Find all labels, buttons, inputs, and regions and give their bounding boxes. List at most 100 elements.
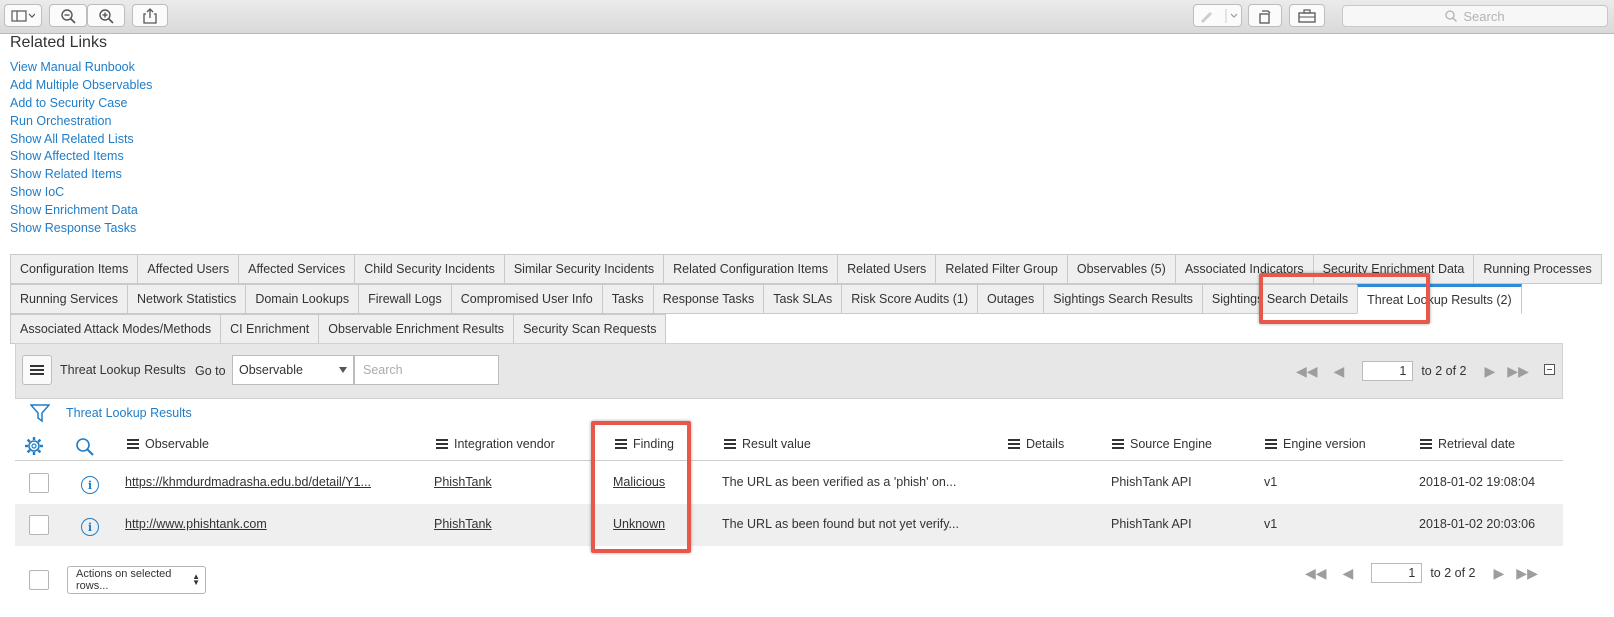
tab-outages[interactable]: Outages xyxy=(977,284,1044,314)
link-show-response-tasks[interactable]: Show Response Tasks xyxy=(10,220,152,238)
list-menu-button[interactable] xyxy=(22,355,52,385)
source-engine-cell: PhishTank API xyxy=(1111,517,1192,531)
select-all-checkbox[interactable] xyxy=(29,570,49,590)
link-show-enrichment-data[interactable]: Show Enrichment Data xyxy=(10,202,152,220)
actions-label: Actions on selected rows... xyxy=(76,568,172,592)
tab-row-2: Running Services Network Statistics Doma… xyxy=(10,284,1522,314)
last-page-icon[interactable]: ▶▶ xyxy=(1516,565,1538,582)
column-header-engine-version[interactable]: Engine version xyxy=(1265,437,1366,451)
vendor-link[interactable]: PhishTank xyxy=(434,517,492,531)
goto-field-value: Observable xyxy=(239,363,303,377)
tab-configuration-items[interactable]: Configuration Items xyxy=(10,254,138,284)
tab-firewall-logs[interactable]: Firewall Logs xyxy=(358,284,451,314)
link-show-ioc[interactable]: Show IoC xyxy=(10,184,152,202)
previous-page-icon[interactable]: ◀ xyxy=(1343,565,1354,582)
vendor-link[interactable]: PhishTank xyxy=(434,475,492,489)
column-header-retrieval-date[interactable]: Retrieval date xyxy=(1420,437,1515,451)
gear-icon[interactable] xyxy=(24,436,44,456)
tab-domain-lookups[interactable]: Domain Lookups xyxy=(245,284,359,314)
sidebar-icon xyxy=(11,9,35,22)
tab-affected-users[interactable]: Affected Users xyxy=(137,254,239,284)
tab-security-enrichment-data[interactable]: Security Enrichment Data xyxy=(1312,254,1474,284)
finding-link[interactable]: Malicious xyxy=(613,475,665,489)
tab-compromised-user-info[interactable]: Compromised User Info xyxy=(450,284,602,314)
tab-network-statistics[interactable]: Network Statistics xyxy=(126,284,246,314)
row-checkbox[interactable] xyxy=(29,473,49,493)
zoom-in-button[interactable] xyxy=(87,4,125,27)
column-header-observable[interactable]: Observable xyxy=(127,437,209,451)
tab-related-users[interactable]: Related Users xyxy=(837,254,936,284)
sidebar-toggle-button[interactable] xyxy=(4,4,42,27)
column-header-source-engine[interactable]: Source Engine xyxy=(1112,437,1212,451)
link-show-all-related-lists[interactable]: Show All Related Lists xyxy=(10,131,152,149)
list-search-input[interactable]: Search xyxy=(354,355,499,385)
tab-sightings-search-results[interactable]: Sightings Search Results xyxy=(1043,284,1202,314)
row-checkbox[interactable] xyxy=(29,515,49,535)
retrieval-date-cell: 2018-01-02 19:08:04 xyxy=(1419,475,1536,489)
tab-risk-score-audits[interactable]: Risk Score Audits (1) xyxy=(841,284,977,314)
retrieval-date-cell: 2018-01-02 20:03:06 xyxy=(1419,517,1536,531)
filter-breadcrumb-link[interactable]: Threat Lookup Results xyxy=(66,406,192,420)
column-header-details[interactable]: Details xyxy=(1008,437,1064,451)
column-header-integration-vendor[interactable]: Integration vendor xyxy=(436,437,555,451)
tab-sightings-search-details[interactable]: Sightings Search Details xyxy=(1201,284,1358,314)
tab-running-processes[interactable]: Running Processes xyxy=(1473,254,1602,284)
tab-associated-indicators[interactable]: Associated Indicators xyxy=(1174,254,1313,284)
tab-task-slas[interactable]: Task SLAs xyxy=(763,284,842,314)
link-view-manual-runbook[interactable]: View Manual Runbook xyxy=(10,59,152,77)
actions-on-selected-select[interactable]: Actions on selected rows... ▲ ▼ xyxy=(67,566,206,594)
column-menu-icon xyxy=(127,439,139,449)
tab-ci-enrichment[interactable]: CI Enrichment xyxy=(220,314,319,344)
page-number-input[interactable]: 1 xyxy=(1371,563,1423,583)
link-add-multiple-observables[interactable]: Add Multiple Observables xyxy=(10,77,152,95)
tab-observable-enrichment-results[interactable]: Observable Enrichment Results xyxy=(318,314,514,344)
tab-related-filter-group[interactable]: Related Filter Group xyxy=(935,254,1067,284)
link-show-affected-items[interactable]: Show Affected Items xyxy=(10,148,152,166)
result-value-cell: The URL as been found but not yet verify… xyxy=(722,517,959,531)
tab-related-configuration-items[interactable]: Related Configuration Items xyxy=(663,254,838,284)
next-page-icon[interactable]: ▶ xyxy=(1485,363,1496,380)
tab-security-scan-requests[interactable]: Security Scan Requests xyxy=(513,314,667,344)
page-number-input[interactable]: 1 xyxy=(1362,361,1414,381)
tab-observables[interactable]: Observables (5) xyxy=(1066,254,1175,284)
filter-icon[interactable] xyxy=(30,403,50,423)
column-menu-icon xyxy=(1112,439,1124,449)
tab-response-tasks[interactable]: Response Tasks xyxy=(652,284,764,314)
engine-version-cell: v1 xyxy=(1264,517,1278,531)
link-show-related-items[interactable]: Show Related Items xyxy=(10,166,152,184)
link-run-orchestration[interactable]: Run Orchestration xyxy=(10,113,152,131)
collapse-list-icon[interactable] xyxy=(1544,364,1555,375)
toolbar-search-input[interactable]: Search xyxy=(1342,5,1608,27)
tab-associated-attack-modes[interactable]: Associated Attack Modes/Methods xyxy=(10,314,221,344)
tab-threat-lookup-results[interactable]: Threat Lookup Results (2) xyxy=(1357,284,1522,314)
tab-running-services[interactable]: Running Services xyxy=(10,284,127,314)
goto-field-select[interactable]: Observable xyxy=(232,355,354,385)
share-button[interactable] xyxy=(132,4,168,27)
zoom-out-button[interactable] xyxy=(49,4,87,27)
tab-child-security-incidents[interactable]: Child Security Incidents xyxy=(354,254,504,284)
observable-link[interactable]: https://khmdurdmadrasha.edu.bd/detail/Y1… xyxy=(125,475,371,489)
observable-link[interactable]: http://www.phishtank.com xyxy=(125,517,267,531)
info-icon[interactable]: i xyxy=(81,476,99,494)
link-add-to-security-case[interactable]: Add to Security Case xyxy=(10,95,152,113)
first-page-icon[interactable]: ◀◀ xyxy=(1305,565,1327,582)
markup-button[interactable] xyxy=(1193,4,1242,27)
first-page-icon[interactable]: ◀◀ xyxy=(1296,363,1318,380)
tab-similar-security-incidents[interactable]: Similar Security Incidents xyxy=(503,254,664,284)
previous-page-icon[interactable]: ◀ xyxy=(1334,363,1345,380)
column-label: Engine version xyxy=(1283,437,1366,451)
tab-affected-services[interactable]: Affected Services xyxy=(238,254,355,284)
rotate-button[interactable] xyxy=(1248,4,1282,27)
info-icon[interactable]: i xyxy=(81,518,99,536)
next-page-icon[interactable]: ▶ xyxy=(1494,565,1505,582)
tab-tasks[interactable]: Tasks xyxy=(601,284,653,314)
search-column-icon[interactable] xyxy=(75,437,95,457)
column-menu-icon xyxy=(1008,439,1020,449)
goto-label: Go to xyxy=(195,364,226,378)
column-header-result-value[interactable]: Result value xyxy=(724,437,811,451)
search-icon xyxy=(1445,10,1458,22)
column-header-finding[interactable]: Finding xyxy=(615,437,674,451)
last-page-icon[interactable]: ▶▶ xyxy=(1507,363,1529,380)
finding-link[interactable]: Unknown xyxy=(613,517,665,531)
toolbox-button[interactable] xyxy=(1289,4,1325,27)
